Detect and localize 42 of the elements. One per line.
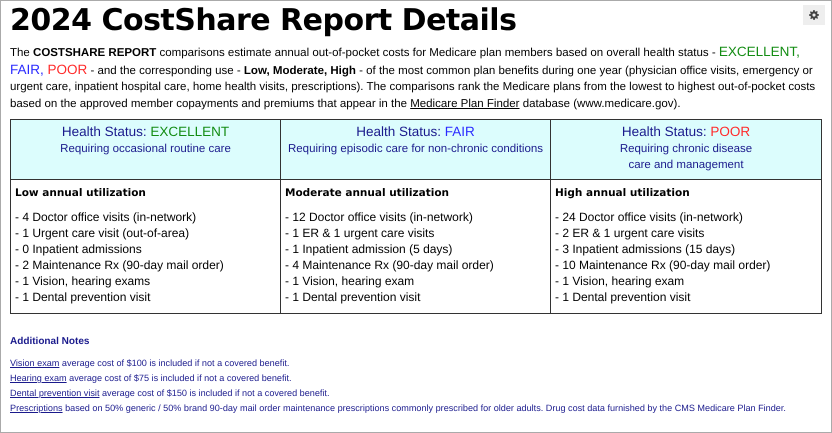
care-description: care and management <box>627 158 745 173</box>
intro-paragraph: The COSTSHARE REPORT comparisons estimate annual out-of-pocket costs for Medicare plan members based on overall health status - EXCELLENT, FAIR, POOR - and the corresponding use - Low, Moderate, High - of the most common plan benefits during one year (physician office visits, emergency or urgent care, inpatient hospital care, home health visits, prescriptions). The comparisons rank the Medicare plans from the lowest to highest out-of-pocket costs based on the approved member copayments and premiums that appear in the Medicare Plan Finder database (www.medicare.gov). <box>10 44 816 112</box>
benefit-item: - 24 Doctor office visits (in-network) <box>555 209 744 225</box>
benefit-item: - 4 Doctor office visits (in-network) <box>15 209 198 225</box>
utilization-heading: Moderate annual utilization <box>285 186 450 201</box>
note-text: Prescriptions based on 50% generic / 50% brand 90-day mail order maintenance prescriptions commonly prescribed for older adults. Drug cost data furnished by the CMS Medicare Plan Finder. <box>10 402 787 415</box>
note-text: Dental prevention visit average cost of $150 is included if not a covered benefit. <box>10 387 330 400</box>
page-title: 2024 CostShare Report Details <box>10 2 516 40</box>
note-link[interactable]: Vision exam <box>10 358 60 368</box>
benefit-item: - 1 Vision, hearing exam <box>285 273 416 289</box>
benefit-item: - 10 Maintenance Rx (90-day mail order) <box>555 257 772 273</box>
health-status-label: Health Status: FAIR <box>355 123 476 141</box>
benefit-item: - 2 Maintenance Rx (90-day mail order) <box>15 257 225 273</box>
note-link[interactable]: Dental prevention visit <box>10 388 100 398</box>
care-description: Requiring occasional routine care <box>59 142 232 157</box>
health-status-label: Health Status: POOR <box>620 123 752 141</box>
benefit-item: - 1 Vision, hearing exam <box>555 273 686 289</box>
benefit-item: - 2 ER & 1 urgent care visits <box>555 225 706 241</box>
benefit-item: - 12 Doctor office visits (in-network) <box>285 209 474 225</box>
benefit-item: - 1 Dental prevention visit <box>555 289 692 305</box>
health-status-label: Health Status: EXCELLENT <box>60 123 230 141</box>
note-link[interactable]: Hearing exam <box>10 373 67 383</box>
benefit-item: - 3 Inpatient admissions (15 days) <box>555 241 736 257</box>
benefit-item: - 0 Inpatient admissions <box>15 241 143 257</box>
care-description: Requiring episodic care for non-chronic conditions <box>286 142 544 157</box>
benefit-item: - 1 ER & 1 urgent care visits <box>285 225 436 241</box>
utilization-heading: Low annual utilization <box>15 186 147 201</box>
care-description: Requiring chronic disease <box>618 142 754 157</box>
benefit-item: - 4 Maintenance Rx (90-day mail order) <box>285 257 495 273</box>
notes-heading: Additional Notes <box>10 335 90 349</box>
benefit-item: - 1 Vision, hearing exams <box>15 273 152 289</box>
benefit-item: - 1 Inpatient admission (5 days) <box>285 241 454 257</box>
benefit-item: - 1 Urgent care visit (out-of-area) <box>15 225 190 241</box>
benefit-item: - 1 Dental prevention visit <box>15 289 152 305</box>
settings-button[interactable] <box>803 5 825 25</box>
benefit-item: - 1 Dental prevention visit <box>285 289 422 305</box>
note-text: Vision exam average cost of $100 is included if not a covered benefit. <box>10 357 290 370</box>
plan-finder-link[interactable]: Medicare Plan Finder <box>410 98 520 110</box>
settings-icon <box>809 10 819 20</box>
note-text: Hearing exam average cost of $75 is included if not a covered benefit. <box>10 372 293 385</box>
utilization-heading: High annual utilization <box>555 186 691 201</box>
note-link[interactable]: Prescriptions <box>10 403 63 413</box>
